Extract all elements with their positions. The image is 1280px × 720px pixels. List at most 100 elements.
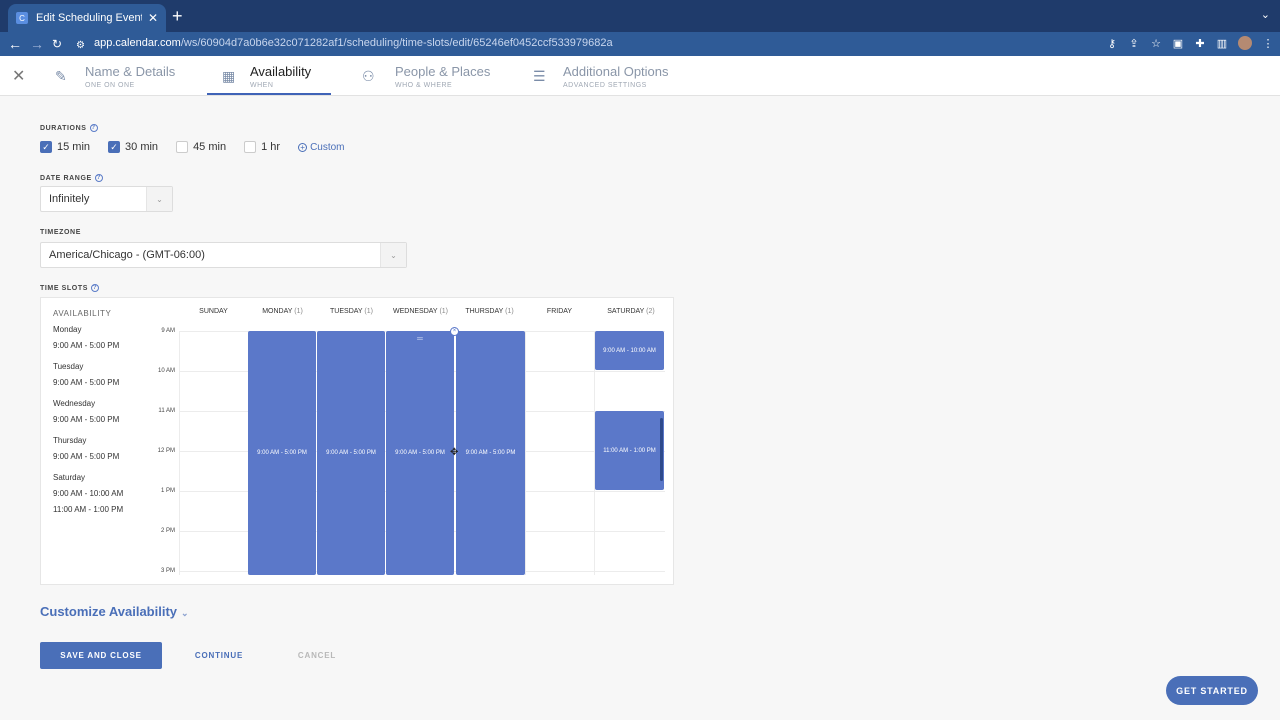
time-slot-tuesday[interactable]: 9:00 AM - 5:00 PM (317, 331, 385, 575)
people-icon: ⚇ (362, 68, 375, 84)
step-subtitle: ONE ON ONE (85, 82, 135, 89)
wizard-header: ✕ ✎ Name & Details ONE ON ONE ▦ Availabi… (0, 56, 1280, 96)
step-subtitle: WHO & WHERE (395, 82, 453, 89)
hour-label: 9 AM (161, 328, 175, 334)
step-title: Additional Options (563, 64, 669, 79)
key-icon[interactable]: ⚷ (1106, 37, 1118, 50)
plus-circle-icon: + (298, 142, 308, 152)
tab-title: Edit Scheduling Event | Calendar (36, 12, 142, 24)
custom-duration-button[interactable]: + Custom (298, 142, 345, 153)
calendar-icon: ▦ (222, 68, 236, 84)
url-field[interactable]: app.calendar.com/ws/60904d7a0b6e32c07128… (94, 37, 613, 49)
step-title: People & Places (395, 64, 491, 79)
checkbox-unchecked[interactable] (244, 141, 257, 153)
active-step-indicator (207, 93, 331, 95)
availability-day: Tuesday 9:00 AM - 5:00 PM (53, 362, 120, 387)
step-subtitle: ADVANCED SETTINGS (563, 82, 647, 89)
step-name-details[interactable]: ✎ Name & Details ONE ON ONE (55, 56, 205, 96)
date-range-label: DATE RANGE? (40, 174, 103, 182)
time-slot-saturday-2[interactable]: 11:00 AM - 1:00 PM (595, 411, 664, 490)
sliders-icon: ☰ (533, 68, 546, 84)
availability-title: AVAILABILITY (53, 309, 112, 318)
durations-label: DURATIONS? (40, 124, 98, 132)
scrollbar-thumb[interactable] (660, 418, 663, 481)
remove-slot-icon[interactable]: × (450, 327, 459, 336)
favicon-icon: C (16, 12, 28, 24)
pencil-icon: ✎ (55, 68, 67, 84)
day-header-monday: MONDAY (1) (262, 308, 303, 315)
step-people-places[interactable]: ⚇ People & Places WHO & WHERE (362, 56, 512, 96)
checkbox-unchecked[interactable] (176, 141, 189, 153)
site-info-icon[interactable]: ⚙ (76, 37, 85, 55)
step-availability[interactable]: ▦ Availability WHEN (222, 56, 332, 96)
availability-day: Thursday 9:00 AM - 5:00 PM (53, 436, 120, 461)
availability-day: Saturday 9:00 AM - 10:00 AM 11:00 AM - 1… (53, 473, 124, 514)
browser-menu-icon[interactable]: ⋮ (1262, 37, 1274, 50)
tab-menu-chevron-icon[interactable]: ⌄ (1261, 8, 1270, 21)
day-header-wednesday: WEDNESDAY (1) (393, 308, 448, 315)
star-icon[interactable]: ☆ (1150, 37, 1162, 50)
day-header-saturday: SATURDAY (2) (607, 308, 655, 315)
step-additional-options[interactable]: ☰ Additional Options ADVANCED SETTINGS (533, 56, 693, 96)
time-slots-card: AVAILABILITY Monday 9:00 AM - 5:00 PM Tu… (40, 297, 674, 585)
timezone-select[interactable]: America/Chicago - (GMT-06:00) ⌄ (40, 242, 407, 268)
step-title: Name & Details (85, 64, 176, 79)
timezone-label: TIMEZONE (40, 229, 81, 236)
move-cursor-icon: ✥ (450, 447, 459, 458)
chevron-down-icon: ⌄ (380, 243, 406, 267)
forward-icon[interactable]: → (30, 35, 44, 53)
drag-handle-icon[interactable]: ═ (417, 334, 423, 343)
back-icon[interactable]: ← (8, 35, 22, 53)
step-subtitle: WHEN (250, 82, 274, 89)
tab-close-icon[interactable]: ✕ (148, 11, 158, 25)
hour-label: 10 AM (157, 368, 175, 374)
duration-30[interactable]: ✓ 30 min (108, 141, 158, 153)
browser-toolbar: ⚷ ⇪ ☆ ▣ ✚ ▥ ⋮ (1106, 36, 1274, 50)
new-tab-button[interactable]: + (172, 6, 183, 26)
duration-15[interactable]: ✓ 15 min (40, 141, 90, 153)
duration-45[interactable]: 45 min (176, 141, 226, 153)
hour-label: 12 PM (157, 448, 175, 454)
share-icon[interactable]: ⇪ (1128, 37, 1140, 50)
day-header-tuesday: TUESDAY (1) (330, 308, 373, 315)
reload-icon[interactable]: ↻ (52, 35, 62, 53)
grid-column-line (525, 331, 526, 575)
day-header-sunday: SUNDAY (199, 308, 228, 315)
date-range-select[interactable]: Infinitely ⌄ (40, 186, 173, 212)
close-icon[interactable]: ✕ (12, 66, 25, 86)
hour-label: 3 PM (160, 568, 175, 574)
address-bar: ← → ↻ ⚙ app.calendar.com/ws/60904d7a0b6e… (0, 32, 1280, 56)
extensions-icon[interactable]: ✚ (1194, 37, 1206, 50)
help-icon[interactable]: ? (91, 284, 99, 292)
hour-label: 2 PM (160, 528, 175, 534)
checkbox-checked[interactable]: ✓ (108, 141, 121, 153)
cancel-button[interactable]: CANCEL (294, 642, 340, 669)
availability-day: Wednesday 9:00 AM - 5:00 PM (53, 399, 120, 424)
save-and-close-button[interactable]: SAVE AND CLOSE (40, 642, 162, 669)
checkbox-checked[interactable]: ✓ (40, 141, 52, 153)
chevron-down-icon: ⌄ (146, 187, 172, 211)
day-header-thursday: THURSDAY (1) (465, 308, 514, 315)
continue-button[interactable]: CONTINUE (190, 642, 248, 669)
help-icon[interactable]: ? (94, 174, 103, 182)
durations-group: ✓ 15 min ✓ 30 min 45 min 1 hr + Custom (40, 141, 345, 153)
profile-avatar[interactable] (1238, 36, 1252, 50)
calendar-extension-icon[interactable]: ▣ (1172, 37, 1184, 50)
duration-1hr[interactable]: 1 hr (244, 141, 280, 153)
step-title: Availability (250, 64, 312, 79)
sidebar-icon[interactable]: ▥ (1216, 37, 1228, 50)
customize-availability-toggle[interactable]: Customize Availability ⌄ (40, 604, 189, 619)
time-slot-thursday[interactable]: 9:00 AM - 5:00 PM (456, 331, 525, 575)
browser-tab-bar: C Edit Scheduling Event | Calendar ✕ + ⌄ (0, 0, 1280, 32)
time-slot-wednesday[interactable]: ═ 9:00 AM - 5:00 PM (386, 331, 454, 575)
help-icon[interactable]: ? (89, 124, 98, 132)
hour-label: 11 AM (158, 408, 175, 414)
grid-column-line (179, 331, 180, 575)
browser-tab[interactable]: C Edit Scheduling Event | Calendar ✕ (8, 4, 166, 32)
time-slot-monday[interactable]: 9:00 AM - 5:00 PM (248, 331, 316, 575)
get-started-button[interactable]: GET STARTED (1166, 676, 1258, 705)
day-header-friday: FRIDAY (546, 308, 573, 315)
time-slot-saturday-1[interactable]: 9:00 AM - 10:00 AM (595, 331, 664, 370)
availability-list: Monday 9:00 AM - 5:00 PM Tuesday 9:00 AM… (53, 325, 123, 526)
chevron-down-icon: ⌄ (181, 608, 189, 618)
